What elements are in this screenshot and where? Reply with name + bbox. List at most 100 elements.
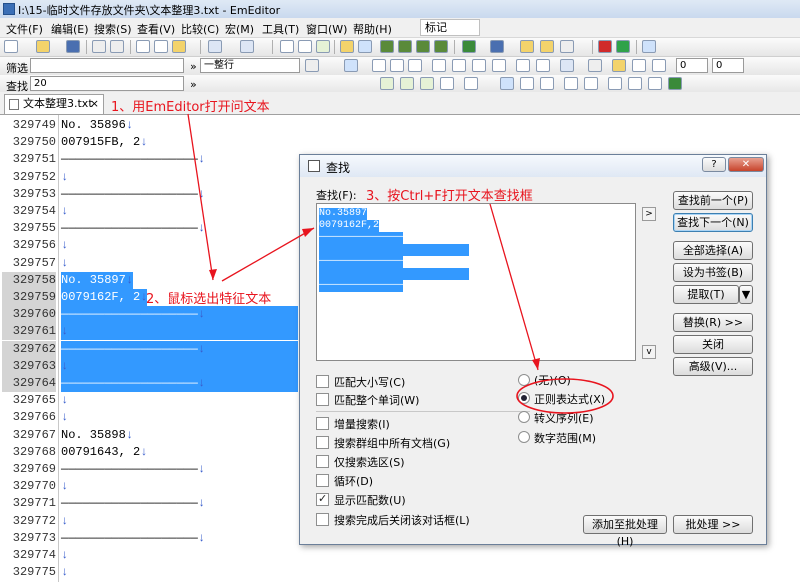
paste-icon[interactable] [172,40,186,53]
marker-box[interactable]: 标记 [420,19,480,36]
wrap-column-icon[interactable] [416,40,430,53]
whole-word-checkbox[interactable] [316,393,329,406]
filter-mode-select[interactable]: 一整行 [200,58,300,73]
undo-icon[interactable] [208,40,222,53]
text-mode-icon[interactable] [358,40,372,53]
bookmark-button[interactable]: 设为书签(B) [673,263,753,282]
wrap-none-icon[interactable] [380,40,394,53]
run-macro-icon[interactable] [616,40,630,53]
copy-icon[interactable] [154,40,168,53]
find-option2-icon[interactable] [628,77,642,90]
replace-icon[interactable] [316,40,330,53]
menu-tools[interactable]: 工具(T) [262,21,299,37]
filter-option4-icon[interactable] [536,59,550,72]
filter-before-select[interactable]: 0 [676,58,708,73]
find-prev-button[interactable]: 查找前一个(P) [673,191,753,210]
none-radio[interactable] [518,374,530,386]
find-escape-icon[interactable] [520,77,534,90]
expand-button[interactable]: > [642,207,656,221]
menu-help[interactable]: 帮助(H) [353,21,392,37]
settings-icon[interactable] [560,40,574,53]
menu-file[interactable]: 文件(F) [6,21,43,37]
open-folder-icon[interactable] [36,40,50,53]
filter-after-select[interactable]: 0 [712,58,744,73]
advanced-button[interactable]: 高级(V)... [673,357,753,376]
filter-search-icon[interactable] [344,59,358,72]
menu-window[interactable]: 窗口(W) [306,21,347,37]
print-preview-icon[interactable] [110,40,124,53]
find-bracket-icon[interactable] [540,77,554,90]
show-count-checkbox[interactable] [316,492,329,506]
batch-button[interactable]: 批处理 >> [673,515,753,534]
close-after-checkbox[interactable] [316,513,329,526]
match-case-checkbox[interactable] [316,375,329,388]
find-next-button[interactable]: 查找下一个(N) [673,213,753,232]
close-tab-icon[interactable]: × [90,95,99,113]
regex-radio[interactable] [518,392,530,404]
filter-flag-icon[interactable] [588,59,602,72]
loop-checkbox[interactable] [316,474,329,487]
escape-radio[interactable] [518,411,530,423]
filter-input[interactable] [30,58,184,73]
filter-list-icon[interactable] [652,59,666,72]
plugin-icon[interactable] [520,40,534,53]
regex-icon[interactable] [372,59,386,72]
filter-down-icon[interactable] [560,59,574,72]
filter-option2-icon[interactable] [492,59,506,72]
find-next-icon[interactable] [298,40,312,53]
find-highlight-icon[interactable] [440,77,454,90]
selection-only-checkbox[interactable] [316,455,329,468]
extract-button[interactable]: 提取(T) [673,285,739,304]
menu-macro[interactable]: 宏(M) [225,21,254,37]
menu-compare[interactable]: 比较(C) [181,21,219,37]
cut-icon[interactable] [136,40,150,53]
find-regex-icon[interactable] [500,77,514,90]
highlight-icon[interactable] [340,40,354,53]
find-prev-toolbar-icon[interactable] [400,77,414,90]
wrap-window-icon[interactable] [398,40,412,53]
find-go-icon[interactable] [668,77,682,90]
redo-icon[interactable] [240,40,254,53]
find-all-toolbar-icon[interactable] [420,77,434,90]
print-icon[interactable] [92,40,106,53]
word-icon[interactable] [452,59,466,72]
document-tab[interactable]: 文本整理3.txt × [4,94,104,114]
incremental-checkbox[interactable] [316,417,329,430]
stop-macro-icon[interactable] [598,40,612,53]
select-all-button[interactable]: 全部选择(A) [673,241,753,260]
outline-icon[interactable] [462,40,476,53]
window-icon[interactable] [490,40,504,53]
replace-button[interactable]: 替换(R) >> [673,313,753,332]
new-file-icon[interactable] [4,40,18,53]
help-button[interactable]: ? [702,157,726,172]
filter-expand-icon[interactable]: » [190,60,197,73]
find-expand-icon[interactable]: » [190,78,197,91]
save-icon[interactable] [66,40,80,53]
find-text-input[interactable]: No.35897 0079162F,2 —————————————— —————… [316,203,636,361]
close-button[interactable]: 关闭 [673,335,753,354]
wrap-page-icon[interactable] [434,40,448,53]
find-toolbar-input[interactable]: 20 [30,76,184,91]
close-dialog-button[interactable]: ✕ [728,157,764,172]
find-case-icon[interactable] [564,77,578,90]
marker-icon[interactable] [642,40,656,53]
find-option-icon[interactable] [608,77,622,90]
escape-icon[interactable] [390,59,404,72]
all-docs-checkbox[interactable] [316,436,329,449]
tools-icon[interactable] [540,40,554,53]
scroll-down-button[interactable]: v [642,345,656,359]
filter-option-icon[interactable] [472,59,486,72]
filter-option3-icon[interactable] [516,59,530,72]
menu-search[interactable]: 搜索(S) [94,21,132,37]
find-word-icon[interactable] [584,77,598,90]
case-icon[interactable] [432,59,446,72]
find-mark-icon[interactable] [464,77,478,90]
find-next-toolbar-icon[interactable] [380,77,394,90]
numeric-range-radio[interactable] [518,431,530,443]
add-to-batch-button[interactable]: 添加至批处理(H) [583,515,667,548]
bracket-icon[interactable] [408,59,422,72]
menu-view[interactable]: 查看(V) [137,21,175,37]
refresh-icon[interactable] [305,59,319,72]
find-icon[interactable] [280,40,294,53]
lock-icon[interactable] [612,59,626,72]
